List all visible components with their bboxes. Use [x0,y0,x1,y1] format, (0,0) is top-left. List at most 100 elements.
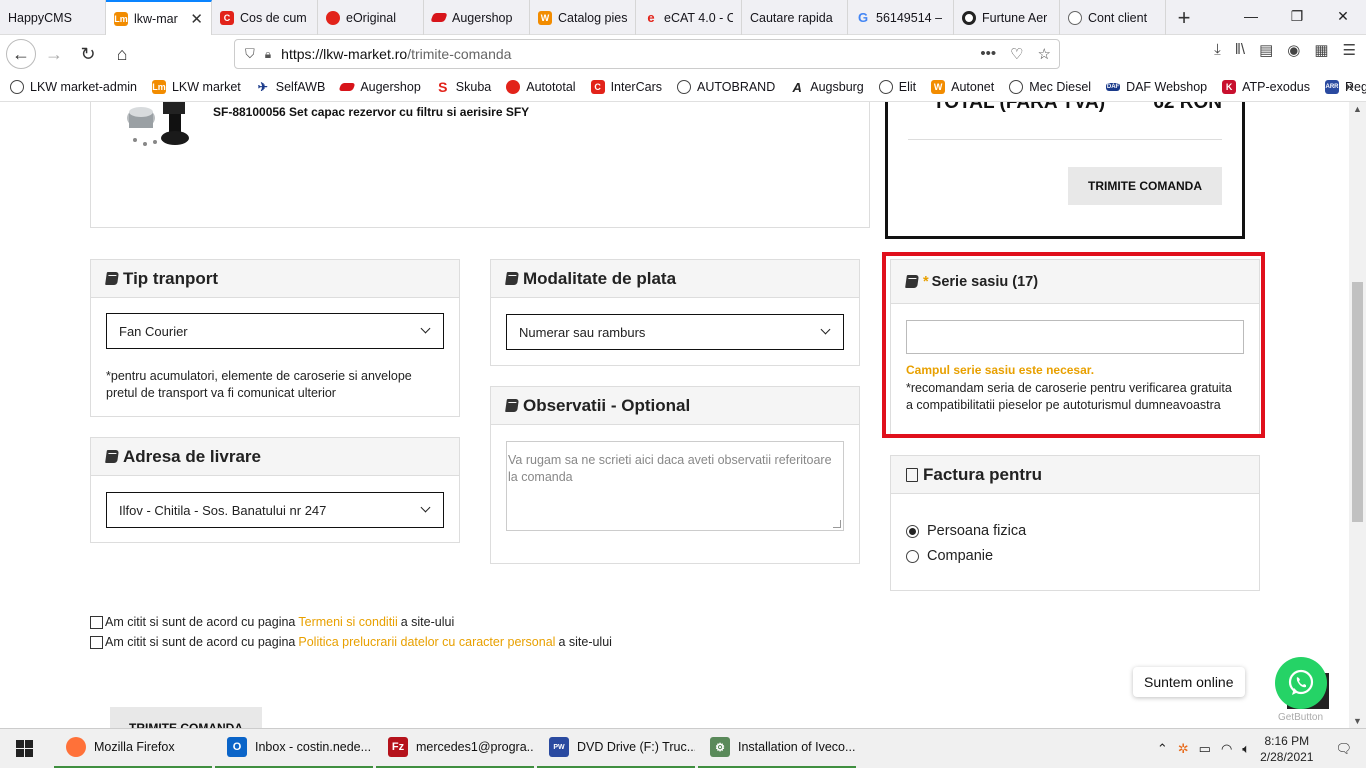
toolbar-right: ⤓ ‖\ ▤ ◉ ▦ ☰ [1214,41,1356,59]
eoriginal-favicon-icon [326,10,340,25]
bookmark-label: Mec Diesel [1029,80,1092,94]
tab-lkw-market[interactable]: Lm lkw-mar ✕ [106,0,212,35]
notifications-icon[interactable]: 🗨︎ [1335,741,1352,757]
radio-unselected[interactable] [906,549,919,563]
sidebar-icon[interactable]: ▤ [1259,41,1273,59]
taskbar-filezilla[interactable]: Fz mercedes1@progra... [376,729,534,768]
page-actions-icon[interactable]: ••• [980,45,996,63]
taskbar-firefox[interactable]: Mozilla Firefox [54,729,212,768]
chevron-up-icon[interactable]: ⌃ [1157,741,1168,757]
terms-link[interactable]: Termeni si conditii [298,615,397,629]
reload-icon[interactable]: ↻ [72,38,104,70]
taskbar-dvd-drive[interactable]: PW DVD Drive (F:) Truc... [537,729,695,768]
resize-handle-icon[interactable] [833,520,841,528]
tracking-shield-icon[interactable]: ⛉ [245,46,255,62]
taskbar-installation[interactable]: ⚙ Installation of Iveco... [698,729,856,768]
bookmark-augsburg[interactable]: A Augsburg [790,80,864,95]
bookmark-label: InterCars [610,80,662,94]
scroll-down-icon[interactable]: ▼ [1349,716,1366,726]
tab-cos-de-cumparaturi[interactable]: C Cos de cum [212,0,318,35]
tab-cont-client[interactable]: Cont client [1060,0,1166,35]
minimize-icon[interactable]: — [1228,0,1274,32]
wifi-icon[interactable]: ◠ [1221,741,1232,757]
privacy-checkbox[interactable] [90,635,103,649]
battery-icon[interactable]: ▭ [1199,741,1211,757]
submit-order-bottom-button[interactable]: TRIMITE COMANDA [110,707,262,728]
augershop-favicon-icon [430,13,448,22]
agreement-text: Am citit si sunt de acord cu pagina [105,635,296,649]
navigation-toolbar: ← → ↻ ⌂ ⛉ 🔒︎ https://lkw-market.ro/trimi… [0,35,1366,73]
clock[interactable]: 8:16 PM 2/28/2021 [1260,733,1313,765]
tab-happycms[interactable]: HappyCMS [0,0,106,35]
bookmark-lkw-admin[interactable]: LKW market-admin [10,80,137,94]
bookmark-intercars[interactable]: C InterCars [590,80,662,94]
new-tab-button[interactable]: + [1166,0,1202,35]
pocket-icon[interactable]: ♡ [1010,45,1023,63]
scroll-up-icon[interactable]: ▲ [1349,104,1366,114]
observations-textarea[interactable]: Va rugam sa ne scrieti aici daca aveti o… [506,441,844,531]
delivery-address-select[interactable]: Ilfov - Chitila - Sos. Banatului nr 247 [106,492,444,528]
tab-ecat[interactable]: e eCAT 4.0 - C [636,0,742,35]
bookmark-skuba[interactable]: S Skuba [436,79,491,95]
page-scrollbar[interactable]: ▲ ▼ [1349,102,1366,728]
transport-select[interactable]: Fan Courier [106,313,444,349]
bookmark-atp-exodus[interactable]: K ATP-exodus [1222,80,1310,94]
account-icon[interactable]: ◉ [1287,41,1300,59]
volume-icon[interactable]: 🔈︎ [1242,741,1250,757]
bookmark-mec-diesel[interactable]: Mec Diesel [1009,80,1091,94]
whatsapp-icon [1288,669,1314,695]
maximize-icon[interactable]: ❐ [1274,0,1320,32]
forward-arrow-icon[interactable]: → [38,38,70,70]
address-bar[interactable]: ⛉ 🔒︎ https://lkw-market.ro/trimite-coman… [234,39,1060,69]
submit-order-button[interactable]: TRIMITE COMANDA [1068,167,1222,205]
close-window-icon[interactable]: ✕ [1320,0,1366,32]
invoice-option-individual[interactable]: Persoana fizica [906,523,1026,539]
tab-augershop[interactable]: Augershop [424,0,530,35]
privacy-policy-link[interactable]: Politica prelucrarii datelor cu caracter… [298,635,555,649]
transport-title: Tip tranport [123,268,219,288]
url-text[interactable]: https://lkw-market.ro/trimite-comanda [281,46,511,62]
bookmark-daf-webshop[interactable]: DAF DAF Webshop [1106,80,1207,94]
bookmark-elit[interactable]: Elit [878,80,916,94]
menu-icon[interactable]: ☰ [1343,41,1356,59]
bookmark-augershop[interactable]: Augershop [338,80,421,94]
bookmark-autonet[interactable]: W Autonet [931,80,994,94]
library-icon[interactable]: ‖\ [1235,41,1245,59]
bookmark-autobrand[interactable]: AUTOBRAND [676,80,776,94]
total-label: TOTAL (FARA TVA) [933,102,1106,113]
tab-furtune-aer[interactable]: Furtune Aer [954,0,1060,35]
more-bookmarks-icon[interactable]: » [1345,78,1354,96]
tab-cautare-rapida[interactable]: Cautare rapida [742,0,848,35]
ecat-favicon-icon: e [647,10,655,25]
tab-google-search[interactable]: G 56149514 – [848,0,954,35]
payment-method-select[interactable]: Numerar sau ramburs [506,314,844,350]
downloads-icon[interactable]: ⤓ [1214,41,1221,59]
invoice-option-company[interactable]: Companie [906,548,993,564]
product-title[interactable]: SF-88100056 Set capac rezervor cu filtru… [213,105,543,119]
augershop-icon [338,83,356,91]
scrollbar-thumb[interactable] [1352,282,1363,522]
delivery-address-value: Ilfov - Chitila - Sos. Banatului nr 247 [119,502,327,518]
bookmark-autototal[interactable]: Autototal [506,80,576,94]
close-tab-icon[interactable]: ✕ [190,10,203,28]
bookmark-label: AUTOBRAND [696,80,776,94]
product-image[interactable] [123,102,195,150]
chat-bubble[interactable]: Suntem online [1133,667,1245,697]
tab-catalog-piese[interactable]: W Catalog pies [530,0,636,35]
home-icon[interactable]: ⌂ [106,38,138,70]
tab-eoriginal[interactable]: eOriginal [318,0,424,35]
tab-label: Augershop [452,10,513,25]
radio-selected[interactable] [906,524,919,538]
back-arrow-icon[interactable]: ← [6,39,36,69]
extensions-icon[interactable]: ▦ [1314,41,1328,59]
terms-checkbox[interactable] [90,615,103,629]
getbutton-brand[interactable]: GetButton [1278,712,1323,723]
taskbar-outlook[interactable]: O Inbox - costin.nede... [215,729,373,768]
windows-start-icon[interactable] [0,729,48,768]
lock-icon[interactable]: 🔒︎ [265,47,271,62]
bookmark-lkw-market[interactable]: Lm LKW market [151,80,241,94]
whatsapp-button[interactable] [1275,657,1327,709]
bookmark-star-icon[interactable]: ☆ [1038,45,1051,63]
tray-app-icon[interactable]: ✲ [1178,741,1189,757]
bookmark-selfawb[interactable]: ✈ SelfAWB [256,80,326,94]
